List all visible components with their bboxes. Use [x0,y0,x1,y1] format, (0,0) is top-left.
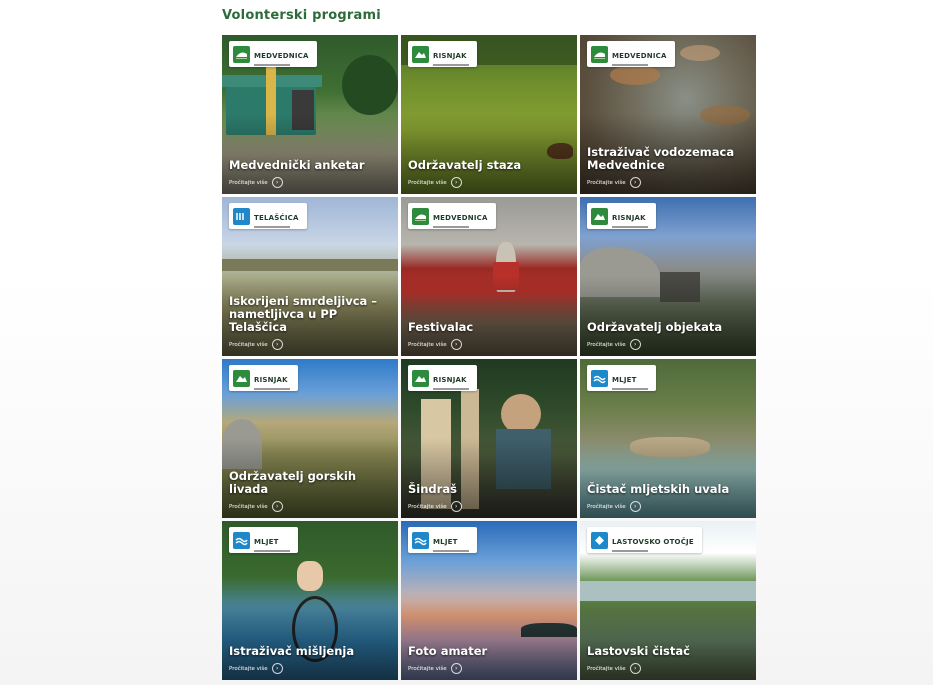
risnjak-logo-icon [591,207,608,225]
lastovo-logo-icon [591,531,608,549]
arrow-right-icon: › [629,339,641,350]
arrow-right-icon: › [450,663,462,674]
read-more-link[interactable]: Pročitajte više › [229,501,283,512]
card-title: Šindraš [408,482,457,496]
read-more-link[interactable]: Pročitajte više › [229,339,283,350]
read-more-link[interactable]: Pročitajte više › [408,339,462,350]
arrow-right-icon: › [450,177,462,188]
park-logo: MLJET [229,527,298,553]
program-card[interactable]: RISNJAK Održavatelj staza Pročitajte viš… [401,35,577,194]
medvednica-logo-icon [591,45,608,63]
program-card[interactable]: MEDVEDNICA Festivalac Pročitajte više › [401,197,577,356]
program-card[interactable]: LASTOVSKO OTOČJE Lastovski čistač Pročit… [580,521,756,680]
program-card[interactable]: RISNJAK Šindraš Pročitajte više › [401,359,577,518]
read-more-link[interactable]: Pročitajte više › [229,663,283,674]
park-logo: RISNJAK [408,365,477,391]
card-title: Istraživač vodozemaca Medvednice [587,145,735,172]
card-title: Čistač mljetskih uvala [587,482,730,496]
park-logo: MEDVEDNICA [229,41,317,67]
read-more-link[interactable]: Pročitajte više › [587,663,641,674]
program-card[interactable]: RISNJAK Održavatelj gorskih livada Proči… [222,359,398,518]
medvednica-logo-icon [233,45,250,63]
risnjak-logo-icon [412,45,429,63]
card-title: Lastovski čistač [587,644,690,658]
park-logo: RISNJAK [587,203,656,229]
arrow-right-icon: › [450,501,462,512]
read-more-link[interactable]: Pročitajte više › [408,177,462,188]
risnjak-logo-icon [233,369,250,387]
park-logo: MLJET [587,365,656,391]
program-card[interactable]: MLJET Istraživač mišljenja Pročitajte vi… [222,521,398,680]
arrow-right-icon: › [271,501,283,512]
park-logo: RISNJAK [408,41,477,67]
park-logo: MEDVEDNICA [408,203,496,229]
arrow-right-icon: › [271,177,283,188]
card-title: Medvednički anketar [229,158,365,172]
program-grid: MEDVEDNICA Medvednički anketar Pročitajt… [222,35,756,680]
arrow-right-icon: › [629,501,641,512]
read-more-link[interactable]: Pročitajte više › [587,501,641,512]
read-more-link[interactable]: Pročitajte više › [587,177,641,188]
card-title: Festivalac [408,320,474,334]
program-card[interactable]: MLJET Foto amater Pročitajte više › [401,521,577,680]
card-title: Foto amater [408,644,488,658]
telascica-logo-icon [233,207,250,225]
card-title: Iskorijeni smrdeljivca – nametljivca u P… [229,294,378,334]
card-title: Istraživač mišljenja [229,644,355,658]
page-title: Volonterski programi [222,8,381,23]
program-card[interactable]: RISNJAK Održavatelj objekata Pročitajte … [580,197,756,356]
program-card[interactable]: MEDVEDNICA Istraživač vodozemaca Medvedn… [580,35,756,194]
medvednica-logo-icon [412,207,429,225]
arrow-right-icon: › [271,663,283,674]
park-logo: MLJET [408,527,477,553]
read-more-link[interactable]: Pročitajte više › [587,339,641,350]
card-title: Održavatelj staza [408,158,522,172]
mljet-logo-icon [591,369,608,387]
read-more-link[interactable]: Pročitajte više › [408,663,462,674]
park-logo: MEDVEDNICA [587,41,675,67]
program-card[interactable]: MLJET Čistač mljetskih uvala Pročitajte … [580,359,756,518]
program-card[interactable]: MEDVEDNICA Medvednički anketar Pročitajt… [222,35,398,194]
arrow-right-icon: › [271,339,283,350]
arrow-right-icon: › [450,339,462,350]
mljet-logo-icon [412,531,429,549]
park-logo: RISNJAK [229,365,298,391]
read-more-link[interactable]: Pročitajte više › [408,501,462,512]
park-logo: TELAŠĆICA [229,203,307,229]
program-card[interactable]: TELAŠĆICA Iskorijeni smrdeljivca – namet… [222,197,398,356]
card-title: Održavatelj gorskih livada [229,469,356,496]
read-more-link[interactable]: Pročitajte više › [229,177,283,188]
arrow-right-icon: › [629,663,641,674]
park-logo: LASTOVSKO OTOČJE [587,527,702,553]
card-title: Održavatelj objekata [587,320,723,334]
risnjak-logo-icon [412,369,429,387]
arrow-right-icon: › [629,177,641,188]
mljet-logo-icon [233,531,250,549]
